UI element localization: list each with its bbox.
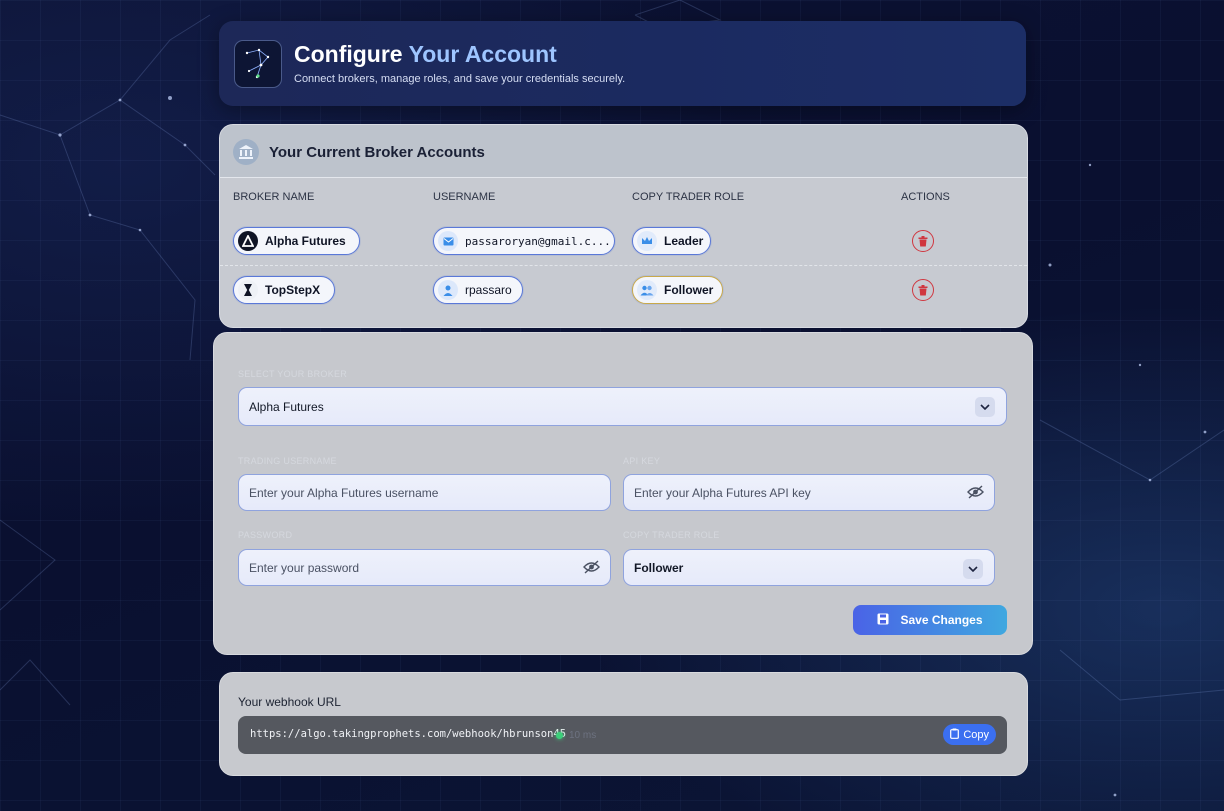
password-input[interactable]: Enter your password (238, 549, 611, 586)
password-placeholder: Enter your password (249, 560, 360, 575)
broker-name: Alpha Futures (265, 234, 346, 248)
api-key-input[interactable]: Enter your Alpha Futures API key (623, 474, 995, 511)
chevron-down-icon (963, 559, 983, 579)
username-value: passaroryan@gmail.c... (465, 234, 611, 248)
page-title-main: Configure (294, 41, 403, 67)
broker-accounts-header: Your Current Broker Accounts (220, 125, 1027, 178)
save-changes-label: Save Changes (900, 613, 983, 627)
username-field-label: TRADING USERNAME (238, 456, 337, 466)
role-pill-leader: Leader (632, 227, 711, 255)
crown-icon (637, 231, 657, 251)
column-header-username: USERNAME (433, 191, 496, 203)
eye-off-icon[interactable] (967, 485, 984, 502)
bank-icon (233, 139, 259, 165)
role-field-label: COPY TRADER ROLE (623, 530, 720, 540)
trading-username-placeholder: Enter your Alpha Futures username (249, 485, 439, 500)
copy-webhook-button[interactable]: Copy (943, 724, 996, 745)
broker-name: TopStepX (265, 283, 321, 297)
user-icon (438, 280, 458, 300)
role-value: Follower (664, 283, 714, 297)
trash-icon (918, 284, 928, 295)
broker-select-value: Alpha Futures (249, 399, 324, 414)
column-header-role: COPY TRADER ROLE (632, 191, 745, 203)
eye-off-icon[interactable] (583, 560, 600, 577)
webhook-status: 10 ms (556, 730, 596, 741)
webhook-card: Your webhook URL https://algo.takingprop… (219, 672, 1028, 776)
broker-pill-alpha-futures: Alpha Futures (233, 227, 360, 255)
broker-select[interactable]: Alpha Futures (238, 387, 1007, 426)
copy-label: Copy (963, 728, 989, 741)
broker-select-label: SELECT YOUR BROKER (238, 369, 348, 379)
page-title-accent: Your Account (408, 41, 557, 67)
broker-accounts-card: Your Current Broker Accounts BROKER NAME… (219, 124, 1028, 328)
save-changes-button[interactable]: Save Changes (853, 605, 1007, 635)
column-header-broker: BROKER NAME (233, 191, 315, 203)
webhook-status-text: 10 ms (569, 730, 597, 741)
topstepx-logo-icon (238, 280, 258, 300)
chevron-down-icon (975, 397, 995, 417)
api-key-placeholder: Enter your Alpha Futures API key (634, 485, 811, 500)
clipboard-icon (950, 728, 960, 742)
copy-trader-role-value: Follower (634, 560, 684, 575)
delete-account-button[interactable] (912, 279, 934, 301)
username-pill: rpassaro (433, 276, 523, 304)
trash-icon (918, 235, 928, 246)
webhook-label: Your webhook URL (238, 695, 341, 709)
row-divider (220, 265, 1027, 266)
save-icon (877, 613, 889, 628)
broker-pill-topstepx: TopStepX (233, 276, 335, 304)
alpha-futures-logo-icon (238, 231, 258, 251)
broker-accounts-title: Your Current Broker Accounts (269, 144, 485, 161)
users-icon (637, 280, 657, 300)
page-header: Configure Your Account Connect brokers, … (219, 21, 1026, 106)
username-value: rpassaro (465, 283, 512, 297)
page-title: Configure Your Account (294, 41, 557, 68)
copy-trader-role-select[interactable]: Follower (623, 549, 995, 586)
status-dot-icon (556, 732, 563, 739)
mail-icon (438, 231, 458, 251)
webhook-url-value[interactable]: https://algo.takingprophets.com/webhook/… (250, 728, 566, 740)
role-value: Leader (664, 234, 704, 248)
delete-account-button[interactable] (912, 230, 934, 252)
page-subtitle: Connect brokers, manage roles, and save … (294, 73, 626, 85)
api-key-field-label: API KEY (623, 456, 661, 466)
trading-username-input[interactable]: Enter your Alpha Futures username (238, 474, 611, 511)
username-pill: passaroryan@gmail.c... (433, 227, 615, 255)
role-pill-follower: Follower (632, 276, 723, 304)
webhook-url-bar: https://algo.takingprophets.com/webhook/… (238, 716, 1007, 754)
column-header-actions: ACTIONS (901, 191, 950, 203)
constellation-logo-icon (234, 40, 282, 88)
password-field-label: PASSWORD (238, 530, 293, 540)
